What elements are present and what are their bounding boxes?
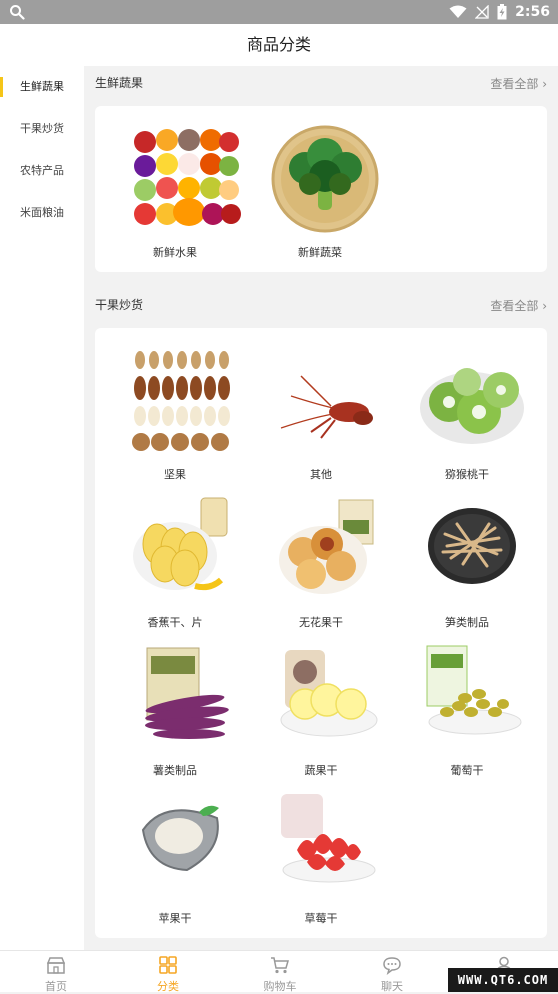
sidebar-item-specialty-products[interactable]: 农特产品 xyxy=(0,150,84,192)
section-title: 生鲜蔬果 xyxy=(95,76,144,90)
lemon-slices-icon xyxy=(280,650,378,737)
category-item-label: 新鲜蔬菜 xyxy=(298,246,342,259)
nuts-icon xyxy=(132,351,230,451)
chevron-right-icon: › xyxy=(542,299,547,313)
category-item-label: 新鲜水果 xyxy=(153,246,197,259)
category-item-label: 香蕉干、片 xyxy=(147,616,203,629)
category-item[interactable]: 新鲜蔬菜 xyxy=(250,124,390,264)
broccoli-icon xyxy=(271,125,379,233)
sidebar-item-label: 农特产品 xyxy=(20,164,64,177)
page-title: 商品分类 xyxy=(246,35,311,54)
chat-bubble-icon xyxy=(383,957,401,975)
category-item-label: 蔬果干 xyxy=(304,764,338,777)
search-icon[interactable] xyxy=(9,4,25,20)
tab-cart[interactable]: 购物车 xyxy=(224,951,336,993)
banana-chips-icon xyxy=(133,497,228,591)
watermark-logo: WWW.QT6.COM xyxy=(448,968,558,992)
sidebar-item-dried-fruits-nuts[interactable]: 干果炒货 xyxy=(0,108,84,150)
raisins-icon xyxy=(426,645,522,735)
category-item[interactable]: 其他 xyxy=(251,346,391,486)
tab-category[interactable]: 分类 xyxy=(112,951,224,993)
sidebar-item-fresh-produce[interactable]: 生鲜蔬果 xyxy=(0,66,84,108)
kiwi-icon xyxy=(420,368,524,444)
category-item-label: 草莓干 xyxy=(304,912,338,925)
category-item-label: 薯类制品 xyxy=(153,764,197,777)
tab-chat[interactable]: 聊天 xyxy=(336,951,448,993)
sweet-potato-icon xyxy=(145,647,229,739)
category-item[interactable]: 无花果干 xyxy=(251,494,391,634)
sidebar-item-label: 米面粮油 xyxy=(20,206,64,219)
lobster-icon xyxy=(280,375,373,439)
clock: 2:56 xyxy=(515,4,550,20)
cart-icon xyxy=(271,957,289,974)
view-all-link[interactable]: 查看全部 › xyxy=(490,75,547,92)
view-all-link[interactable]: 查看全部 › xyxy=(490,297,547,314)
section-header-fresh: 生鲜蔬果 查看全部 › xyxy=(95,66,547,100)
category-item[interactable]: 坚果 xyxy=(105,346,245,486)
battery-charging-icon xyxy=(497,4,507,20)
section-card-fresh: 新鲜水果 新鲜蔬菜 xyxy=(95,106,547,272)
category-item[interactable]: 薯类制品 xyxy=(105,642,245,782)
sidebar-item-label: 干果炒货 xyxy=(20,122,64,135)
category-item-label: 其他 xyxy=(310,468,332,481)
category-item-label: 坚果 xyxy=(164,468,186,481)
signal-off-icon xyxy=(475,5,489,19)
section-header-dried: 干果炒货 查看全部 › xyxy=(95,288,547,322)
category-item-label: 猕猴桃干 xyxy=(445,468,489,481)
grid-icon xyxy=(159,956,177,974)
status-bar: 2:56 xyxy=(0,0,558,24)
storefront-icon xyxy=(46,957,66,974)
category-content: 生鲜蔬果 查看全部 › 新鲜水果 新鲜蔬菜 干果炒货 查看全部 › 坚果 其他 … xyxy=(84,66,558,950)
sidebar-item-grain-oil[interactable]: 米面粮油 xyxy=(0,192,84,234)
sidebar-item-label: 生鲜蔬果 xyxy=(20,80,64,93)
category-item[interactable]: 香蕉干、片 xyxy=(105,494,245,634)
chevron-right-icon: › xyxy=(542,77,547,91)
category-sidebar: 生鲜蔬果 干果炒货 农特产品 米面粮油 xyxy=(0,66,84,950)
strawberries-icon xyxy=(281,794,376,883)
category-item[interactable]: 新鲜水果 xyxy=(105,124,245,264)
tab-home[interactable]: 首页 xyxy=(0,951,112,993)
category-item[interactable]: 猕猴桃干 xyxy=(397,346,537,486)
category-item-label: 无花果干 xyxy=(299,616,343,629)
fruit-platter-icon xyxy=(130,126,241,230)
category-item-label: 苹果干 xyxy=(158,912,192,925)
category-item[interactable]: 葡萄干 xyxy=(397,642,537,782)
category-item-label: 笋类制品 xyxy=(445,616,489,629)
page-header: 商品分类 xyxy=(0,24,558,66)
category-item[interactable]: 草莓干 xyxy=(251,790,391,930)
category-item-label: 葡萄干 xyxy=(450,764,484,777)
section-title: 干果炒货 xyxy=(95,298,144,312)
section-card-dried: 坚果 其他 猕猴桃干 香蕉干、片 无花果干 笋类制品 薯类制品 蔬果干 葡萄干 … xyxy=(95,328,547,938)
figs-icon xyxy=(279,499,374,594)
category-item[interactable]: 笋类制品 xyxy=(397,494,537,634)
category-item[interactable]: 苹果干 xyxy=(105,790,245,930)
oyster-icon xyxy=(141,805,219,872)
wifi-icon xyxy=(449,5,467,18)
bamboo-shoots-icon xyxy=(428,508,516,584)
category-item[interactable]: 蔬果干 xyxy=(251,642,391,782)
